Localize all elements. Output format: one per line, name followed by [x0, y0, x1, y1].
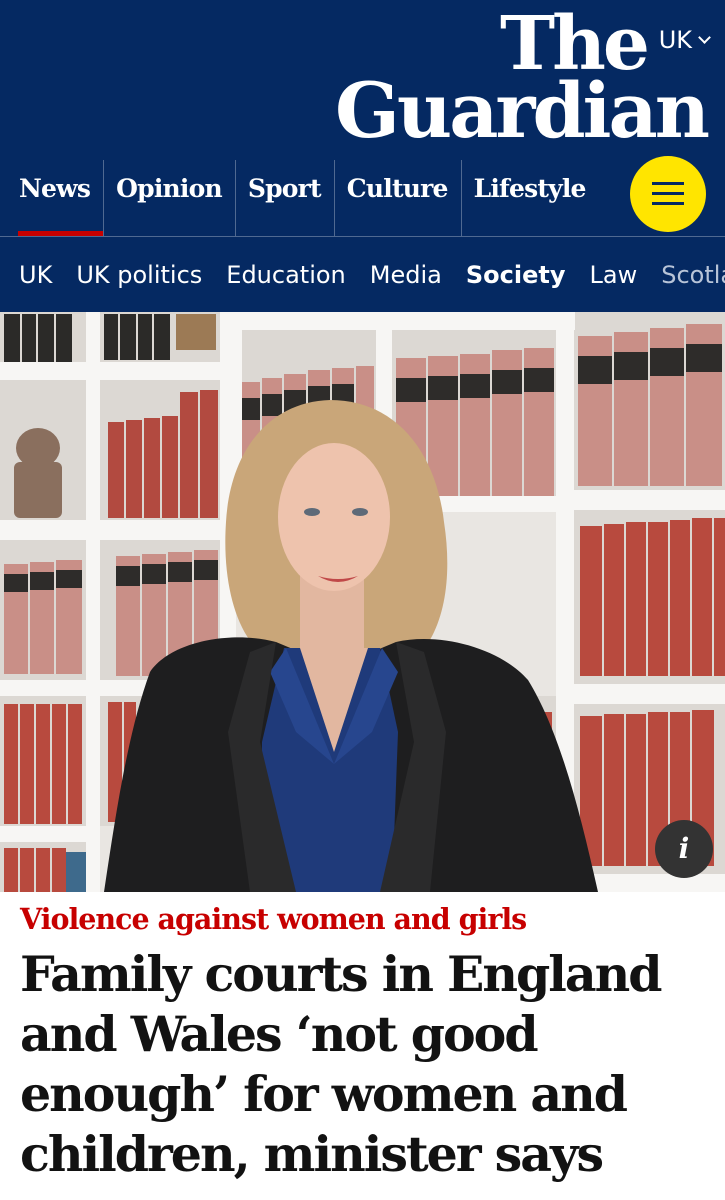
hamburger-icon [652, 192, 684, 195]
menu-button[interactable] [630, 156, 706, 232]
pillar-culture[interactable]: Culture [333, 160, 461, 236]
pillar-news[interactable]: News [0, 160, 104, 236]
guardian-logo[interactable]: The Guardian [335, 7, 710, 155]
logo-line-2: Guardian [335, 66, 710, 155]
pillar-nav: News Opinion Sport Culture Lifestyle [0, 160, 620, 236]
subnav-media[interactable]: Media [370, 261, 442, 289]
hero-image [0, 312, 725, 892]
article-headline: Family courts in England and Wales ‘not … [20, 945, 663, 1183]
pillar-opinion[interactable]: Opinion [103, 160, 235, 236]
hamburger-icon [652, 202, 684, 205]
subnav-education[interactable]: Education [226, 261, 345, 289]
section-subnav: UK UK politics Education Media Society L… [0, 237, 725, 312]
subnav-law[interactable]: Law [589, 261, 637, 289]
info-icon[interactable]: i [655, 820, 713, 878]
subnav-uk[interactable]: UK [19, 261, 52, 289]
subnav-scotland[interactable]: Scotland [661, 261, 725, 289]
portrait-photo [0, 312, 725, 892]
subnav-society[interactable]: Society [466, 261, 566, 289]
pillar-sport[interactable]: Sport [234, 160, 334, 236]
subnav-uk-politics[interactable]: UK politics [76, 261, 202, 289]
site-header: UK The Guardian News Opinion Sport Cultu… [0, 0, 725, 312]
hamburger-icon [652, 182, 684, 185]
pillar-lifestyle[interactable]: Lifestyle [460, 160, 599, 236]
article-kicker[interactable]: Violence against women and girls [20, 902, 527, 936]
